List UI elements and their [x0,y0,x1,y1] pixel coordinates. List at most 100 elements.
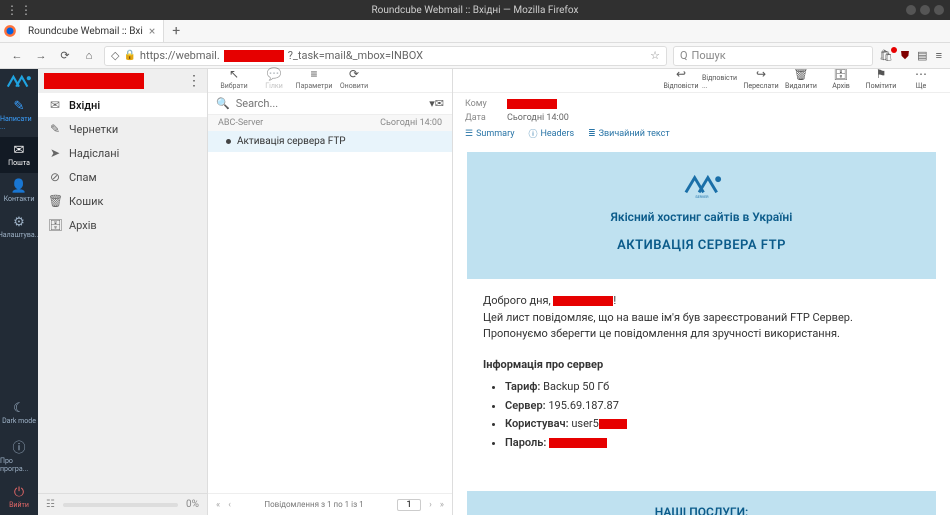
preview-pane: ↩Відповісти ↩⁺Відповісти ... ↪Переслати … [453,69,950,515]
nav-mail[interactable]: ✉Пошта [0,137,38,173]
message-body: SERVER Якісний хостинг сайтів в Україні … [453,144,950,515]
info-server: Сервер: 195.69.187.87 [505,398,920,415]
firefox-icon [0,20,20,42]
sent-icon: ➤ [48,146,62,160]
browser-tab[interactable]: Roundcube Webmail :: Вхі × [20,20,164,42]
nav-logout[interactable]: ⏻Вийти [0,479,38,515]
browser-search[interactable]: Q Пошук [673,46,873,66]
select-button[interactable]: ↖Вибрати [216,67,252,90]
greeting: Доброго дня, [483,294,553,307]
last-page-button[interactable]: » [440,500,444,510]
forward-icon[interactable]: → [32,49,50,62]
list-search[interactable]: 🔍 ▾✉ [208,93,452,115]
browser-tabbar: Roundcube Webmail :: Вхі × + [0,20,950,43]
search-input[interactable] [236,97,424,110]
thread-time: Сьогодні 14:00 [380,118,442,128]
more-button[interactable]: ⋯Ще [902,69,940,90]
first-page-button[interactable]: « [216,500,220,510]
replyall-button[interactable]: ↩⁺Відповісти ... [702,69,740,90]
message-item[interactable]: Активація сервера FTP [208,131,452,152]
filter-icon[interactable]: ▾✉ [429,97,444,110]
hamburger-icon[interactable]: ≡ [936,49,942,62]
new-tab-button[interactable]: + [164,20,188,42]
date-value: Сьогодні 14:00 [507,113,569,123]
browser-urlbar: ← → ⟳ ⌂ ◇ 🔒 https://webmail. ?_task=mail… [0,43,950,69]
info-icon: ⓘ [12,437,25,456]
nav-darkmode[interactable]: ☾Dark mode [0,395,38,431]
home-icon[interactable]: ⌂ [80,49,98,62]
app-menu-icon[interactable]: ⋮⋮ [6,3,34,17]
folder-trash[interactable]: 🗑Кошик [38,189,207,213]
forward-icon: ↪ [756,69,766,81]
nav-about[interactable]: ⓘПро програ... [0,431,38,479]
archive-icon: 🗄 [48,218,62,232]
app-logo [0,69,38,93]
window-controls[interactable] [906,5,944,15]
summary-link[interactable]: ☰ Summary [465,127,514,140]
info-user: Користувач: user5 [505,416,920,433]
reply-button[interactable]: ↩Відповісти [662,69,700,90]
folder-archive[interactable]: 🗄Архів [38,213,207,237]
tab-title: Roundcube Webmail :: Вхі [28,26,143,37]
bookmark-icon[interactable]: ☆ [650,49,660,62]
folder-inbox[interactable]: ✉Вхідні [38,93,207,117]
info-tariff: Тариф: Backup 50 Гб [505,379,920,396]
delete-button[interactable]: 🗑Видалити [782,69,820,90]
info-pass: Пароль: [505,435,920,452]
url-prefix: https://webmail. [140,49,220,62]
window-title: Roundcube Webmail :: Вхідні — Mozilla Fi… [372,5,579,16]
replyall-icon: ↩⁺ [714,69,729,73]
redacted-account [44,73,144,89]
close-icon[interactable]: × [149,24,155,38]
shield-icon: ◇ [111,49,119,62]
cart-icon[interactable]: 🛍 [879,49,893,62]
plain-link[interactable]: ≣ Звичайний текст [588,127,670,140]
message-list-pane: ↖Вибрати 💬Гілки ≡Параметри ⟳Оновити 🔍 ▾✉… [208,69,453,515]
nav-settings[interactable]: ⚙Налаштува... [0,209,38,245]
archive-button[interactable]: 🗄Архів [822,69,860,90]
refresh-button[interactable]: ⟳Оновити [336,67,372,90]
cursor-icon: ↖ [229,67,239,81]
options-button[interactable]: ≡Параметри [296,67,332,90]
unread-dot-icon [226,139,231,144]
forward-button[interactable]: ↪Переслати [742,69,780,90]
headers-link[interactable]: ⓘ Headers [528,127,574,140]
message-meta: Кому ДатаСьогодні 14:00 ☰ Summary ⓘ Head… [453,93,950,144]
next-page-button[interactable]: › [429,500,432,510]
list-pager: « ‹ Повідомлення з 1 по 1 із 1 › » [208,493,452,515]
back-icon[interactable]: ← [8,49,26,62]
archive-icon: 🗄 [833,69,848,81]
folder-sent[interactable]: ➤Надіслані [38,141,207,165]
prev-page-button[interactable]: ‹ [228,500,231,510]
date-label: Дата [465,113,495,123]
redacted-to [507,99,557,109]
banner-logo: SERVER [479,170,924,204]
thread-header[interactable]: ABC-Server Сьогодні 14:00 [208,115,452,131]
window-titlebar: ⋮⋮ Roundcube Webmail :: Вхідні — Mozilla… [0,0,950,20]
sliders-icon: ≡ [310,67,317,81]
extensions-icon[interactable]: ▤ [917,49,927,62]
lock-icon: 🔒 [123,50,135,61]
pager-text: Повідомлення з 1 по 1 із 1 [239,500,389,509]
url-field[interactable]: ◇ 🔒 https://webmail. ?_task=mail&_mbox=I… [104,46,667,66]
redacted-name [553,296,613,306]
folder-spam[interactable]: ⊘Спам [38,165,207,189]
quota-pct: 0% [186,499,199,510]
reload-icon[interactable]: ⟳ [56,49,74,62]
nav-contacts[interactable]: 👤Контакти [0,173,38,209]
page-input[interactable] [397,499,421,511]
info-heading: Інформація про сервер [483,357,920,374]
threads-button[interactable]: 💬Гілки [256,67,292,90]
more-icon: ⋯ [915,69,927,81]
message-subject: Активація сервера FTP [237,136,346,147]
reply-icon: ↩ [676,69,686,81]
nav-compose[interactable]: ✎Написати ... [0,93,38,137]
refresh-icon: ⟳ [349,67,359,81]
folder-pane: ⋮ ✉Вхідні ✎Чернетки ➤Надіслані ⊘Спам 🗑Ко… [38,69,208,515]
folder-drafts[interactable]: ✎Чернетки [38,117,207,141]
mark-button[interactable]: ⚑Помітити [862,69,900,90]
services-heading: НАШІ ПОСЛУГИ: [477,505,926,515]
account-menu-icon[interactable]: ⋮ [187,73,201,89]
svg-text:SERVER: SERVER [695,195,709,199]
ublock-icon[interactable]: ⛊ [901,49,909,63]
